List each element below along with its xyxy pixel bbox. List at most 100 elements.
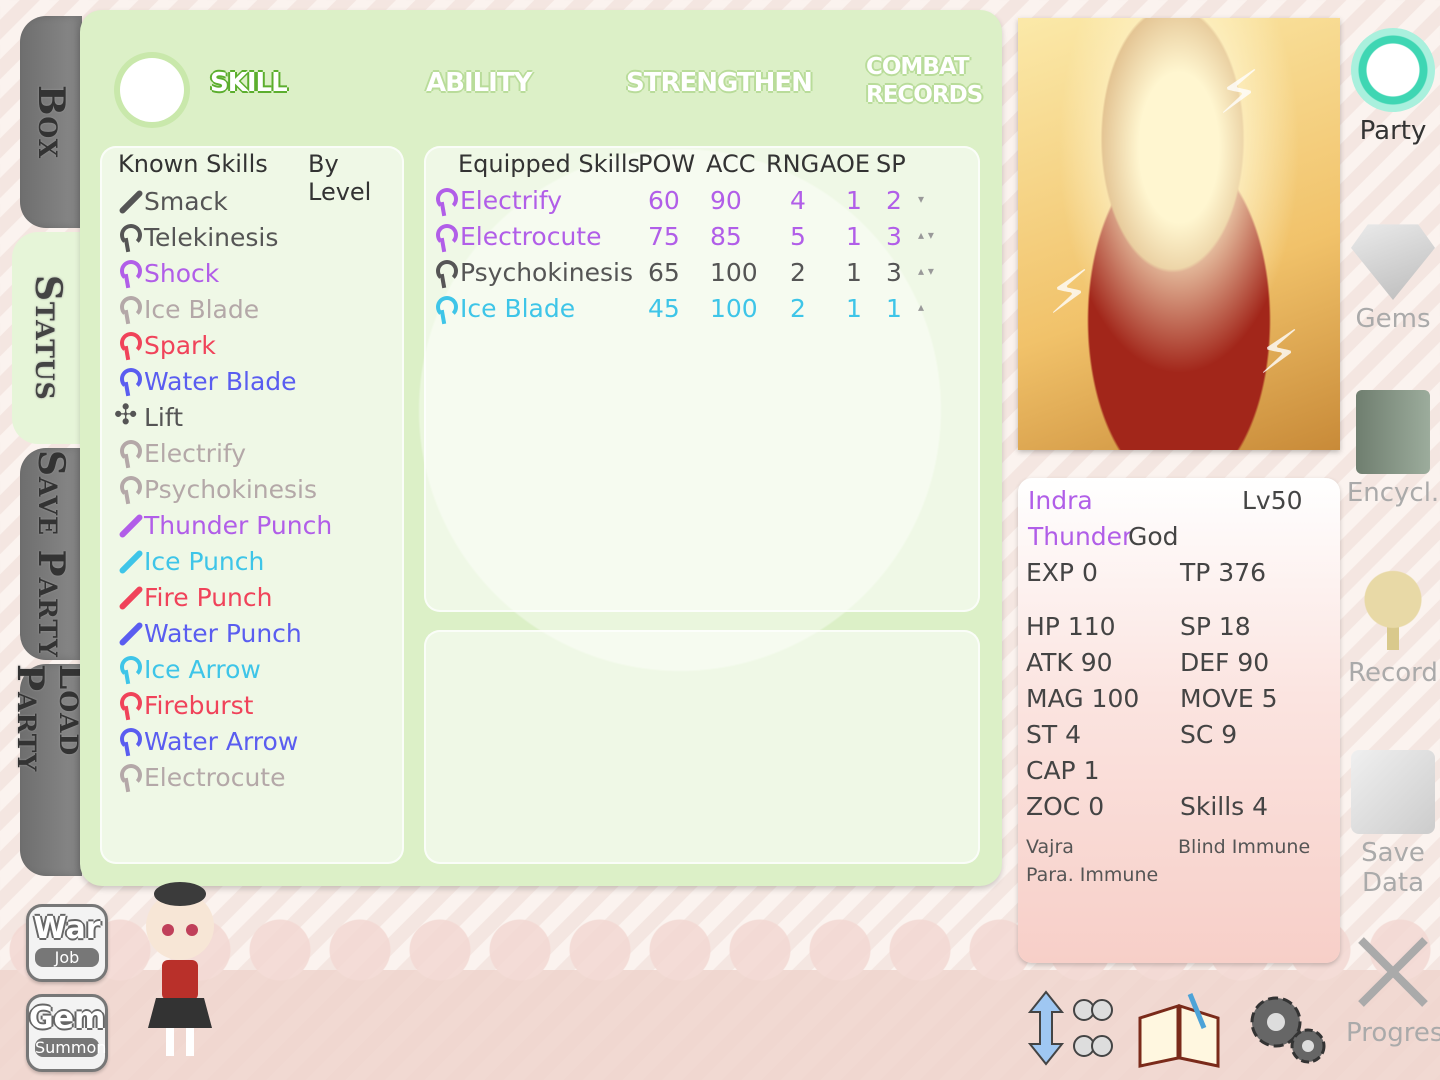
war-job-button[interactable]: War Job xyxy=(26,904,108,982)
stat-zoc: ZOC 0 xyxy=(1026,792,1105,821)
aoe-header: AOE xyxy=(820,150,871,178)
known-skill-name: Ice Punch xyxy=(144,546,265,576)
equipped-skill-row[interactable]: Ice Blade 45 100 2 1 1 ▴ xyxy=(426,292,980,326)
known-skill-row[interactable]: Smack xyxy=(112,184,228,218)
passive-blind-immune: Blind Immune xyxy=(1178,836,1311,858)
known-skill-row[interactable]: Shock xyxy=(112,256,219,290)
gem-icon xyxy=(1351,224,1435,300)
tab-status[interactable]: Status xyxy=(12,232,84,444)
reorder-arrows[interactable]: ▴ ▾ xyxy=(918,228,934,242)
open-book-icon[interactable] xyxy=(1134,988,1224,1068)
known-skill-name: Electrify xyxy=(144,438,247,468)
stat-sp: SP 18 xyxy=(1180,612,1251,641)
known-skill-row[interactable]: Psychokinesis xyxy=(112,472,317,506)
known-skill-row[interactable]: Water Punch xyxy=(112,616,302,650)
known-skill-row[interactable]: Ice Punch xyxy=(112,544,264,578)
known-skill-name: Thunder Punch xyxy=(144,510,333,540)
equipped-skill-name: Ice Blade xyxy=(460,294,576,323)
menu-record[interactable]: Record xyxy=(1346,570,1440,688)
reorder-arrows[interactable]: ▴ ▾ xyxy=(918,264,934,278)
gem-label: Gem xyxy=(29,1001,106,1036)
character-name: Indra xyxy=(1028,486,1093,515)
acc-header: ACC xyxy=(706,150,756,178)
tab-save-party[interactable]: Save Party xyxy=(20,448,82,660)
element-slot[interactable] xyxy=(120,58,184,122)
known-skill-row[interactable]: Ice Arrow xyxy=(112,652,261,686)
gear-icon[interactable] xyxy=(1242,988,1332,1068)
menu-encyclopedia[interactable]: Encycl. xyxy=(1346,390,1440,508)
wand-icon xyxy=(112,654,142,684)
known-skills-panel: Known Skills By Level Smack Telekinesis Sh… xyxy=(100,146,404,864)
equipped-skill-sp: 1 xyxy=(886,294,902,323)
known-skill-name: Ice Blade xyxy=(144,294,260,324)
known-skill-row[interactable]: Electrocute xyxy=(112,760,285,794)
menu-record-label: Record xyxy=(1348,658,1438,688)
fan-icon xyxy=(112,398,142,432)
known-skill-row[interactable]: Spark xyxy=(112,328,216,362)
tab-status-label: Status xyxy=(27,275,69,401)
tab-skill[interactable]: SKILL xyxy=(210,68,288,98)
wand-icon xyxy=(428,258,458,288)
chibi-guide-character xyxy=(146,882,214,1056)
tab-combat-records-line1: COMBAT xyxy=(866,54,970,80)
known-skill-name: Lift xyxy=(144,402,184,432)
gem-summon-button[interactable]: Gem Summon xyxy=(26,994,108,1072)
known-skill-name: Psychokinesis xyxy=(144,474,317,504)
menu-gems[interactable]: Gems xyxy=(1346,216,1440,334)
equipped-skill-aoe: 1 xyxy=(846,222,862,251)
known-skill-row[interactable]: Fire Punch xyxy=(112,580,272,614)
reorder-arrows[interactable]: ▴ xyxy=(918,300,924,314)
known-skill-row[interactable]: Water Blade xyxy=(112,364,297,398)
sort-by-level-button[interactable]: By Level xyxy=(308,150,404,206)
tab-box-label: Box xyxy=(30,84,72,160)
tab-ability[interactable]: ABILITY xyxy=(426,68,532,98)
wand-icon xyxy=(112,366,142,396)
known-skill-name: Shock xyxy=(144,258,220,288)
tab-combat-records[interactable]: COMBAT RECORDS xyxy=(866,54,983,110)
sword-icon xyxy=(112,618,142,648)
equipped-skill-acc: 90 xyxy=(710,186,742,215)
known-skill-name: Fire Punch xyxy=(144,582,273,612)
wand-icon xyxy=(112,258,142,288)
wand-icon xyxy=(112,222,142,252)
known-skill-row[interactable]: Thunder Punch xyxy=(112,508,332,542)
stat-hp: HP 110 xyxy=(1026,612,1116,641)
menu-save-data[interactable]: Save Data xyxy=(1346,750,1440,898)
wand-icon xyxy=(112,762,142,792)
reorder-arrows[interactable]: ▾ xyxy=(918,192,924,206)
known-skill-row[interactable]: Water Arrow xyxy=(112,724,298,758)
tab-combat-records-line2: RECORDS xyxy=(866,82,983,108)
wand-icon xyxy=(112,690,142,720)
known-skill-row[interactable]: Electrify xyxy=(112,436,246,470)
wand-icon xyxy=(428,294,458,324)
equipped-skill-row[interactable]: Psychokinesis 65 100 2 1 3 ▴ ▾ xyxy=(426,256,980,290)
swap-order-icon[interactable] xyxy=(1026,988,1116,1068)
skill-description-panel xyxy=(424,630,980,864)
known-skill-name: Water Punch xyxy=(144,618,302,648)
equipped-skill-pow: 65 xyxy=(648,258,680,287)
tab-load-party[interactable]: Load Party xyxy=(9,664,93,876)
summon-label: Summon xyxy=(35,1038,107,1057)
pow-header: POW xyxy=(638,150,696,178)
menu-progress[interactable]: Progress xyxy=(1346,930,1440,1048)
known-skill-row[interactable]: Ice Blade xyxy=(112,292,259,326)
equipped-skill-row[interactable]: Electrocute 75 85 5 1 3 ▴ ▾ xyxy=(426,220,980,254)
known-skill-name: Water Arrow xyxy=(144,726,299,756)
tab-box[interactable]: Box xyxy=(20,16,82,228)
known-skill-name: Smack xyxy=(144,186,228,216)
equipped-skills-panel: Equipped Skills POW ACC RNG AOE SP Elect… xyxy=(424,146,980,612)
stat-sc: SC 9 xyxy=(1180,720,1238,749)
known-skill-name: Spark xyxy=(144,330,216,360)
wand-icon xyxy=(428,186,458,216)
wand-icon xyxy=(112,726,142,756)
equipped-skill-row[interactable]: Electrify 60 90 4 1 2 ▾ xyxy=(426,184,980,218)
known-skill-row[interactable]: Lift xyxy=(112,398,184,434)
tab-strengthen[interactable]: STRENGTHEN xyxy=(626,68,813,98)
menu-party[interactable]: Party xyxy=(1346,28,1440,146)
known-skill-name: Water Blade xyxy=(144,366,297,396)
wand-icon xyxy=(112,294,142,324)
known-skill-row[interactable]: Fireburst xyxy=(112,688,253,722)
sp-header: SP xyxy=(876,150,906,178)
quill-scroll-icon xyxy=(1351,750,1435,834)
known-skill-row[interactable]: Telekinesis xyxy=(112,220,278,254)
